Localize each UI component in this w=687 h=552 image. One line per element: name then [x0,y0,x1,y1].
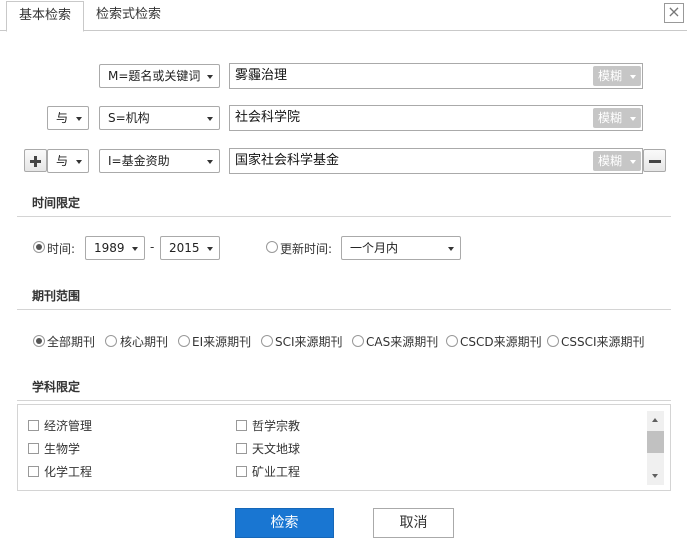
journal-label-cas: CAS来源期刊 [366,335,439,349]
match-mode-3-label: 模糊 [598,154,623,168]
subject-checkbox-philosophy[interactable] [236,420,247,431]
journal-label-sci: SCI来源期刊 [275,335,343,349]
logic-select-3-value: 与 [56,154,69,168]
search-term-input-1[interactable]: 雾霾治理 模糊 [229,63,643,89]
update-time-label: 更新时间: [280,242,333,256]
match-mode-select-1[interactable]: 模糊 [593,66,641,86]
chevron-down-icon [448,247,454,251]
subject-checkbox-mining[interactable] [236,466,247,477]
subject-list: 经济管理 生物学 化学工程 哲学宗教 天文地球 矿业工程 [17,404,671,491]
field-select-1[interactable]: M=题名或关键词 [99,64,220,88]
subject-checkbox-biology[interactable] [28,443,39,454]
field-select-1-value: M=题名或关键词 [108,69,201,83]
chevron-down-icon [76,160,82,164]
search-term-1-value: 雾霾治理 [235,68,288,83]
search-term-2-value: 社会科学院 [235,110,301,125]
journal-label-cssci: CSSCI来源期刊 [561,335,645,349]
time-range-radio[interactable] [33,241,45,253]
match-mode-select-3[interactable]: 模糊 [593,151,641,171]
subject-label-philosophy: 哲学宗教 [252,419,301,433]
chevron-down-icon [207,160,213,164]
logic-select-2-value: 与 [56,111,69,125]
logic-select-3[interactable]: 与 [47,149,89,173]
journal-radio-all[interactable] [33,335,45,347]
search-term-input-3[interactable]: 国家社会科学基金 模糊 [229,148,643,174]
tab-bar: 基本检索 检索式检索 × [0,0,687,32]
journal-label-ei: EI来源期刊 [192,335,252,349]
match-mode-1-label: 模糊 [598,69,623,83]
subject-section-title: 学科限定 [32,380,81,394]
chevron-down-icon [207,247,213,251]
scroll-thumb[interactable] [647,431,664,453]
subject-label-mining: 矿业工程 [252,465,301,479]
divider [17,400,671,401]
field-select-3[interactable]: I=基金资助 [99,149,220,173]
match-mode-2-label: 模糊 [598,111,623,125]
subject-label-chemical: 化学工程 [44,465,93,479]
journal-label-cscd: CSCD来源期刊 [460,335,542,349]
journal-radio-ei[interactable] [178,335,190,347]
chevron-down-icon [207,117,213,121]
divider [17,216,671,217]
add-row-button[interactable] [24,149,47,172]
chevron-down-icon [207,75,213,79]
end-year-value: 2015 [169,241,200,255]
subject-checkbox-economics[interactable] [28,420,39,431]
journal-section-title: 期刊范围 [32,289,81,303]
subject-checkbox-chemical[interactable] [28,466,39,477]
minus-icon [649,160,661,163]
year-range-dash: - [150,240,155,254]
logic-select-2[interactable]: 与 [47,106,89,130]
journal-label-core: 核心期刊 [120,335,169,349]
close-icon[interactable]: × [664,3,684,23]
search-term-3-value: 国家社会科学基金 [235,153,340,168]
field-select-3-value: I=基金资助 [108,154,170,168]
subject-checkbox-astronomy[interactable] [236,443,247,454]
tab-basic-search[interactable]: 基本检索 [6,1,85,32]
subject-label-economics: 经济管理 [44,419,93,433]
remove-row-button[interactable] [643,149,666,172]
update-time-select[interactable]: 一个月内 [341,236,461,260]
time-section-title: 时间限定 [32,196,81,210]
search-button[interactable]: 检索 [235,508,334,538]
cancel-button[interactable]: 取消 [373,508,454,538]
plus-icon-stroke [34,156,37,167]
chevron-down-icon [132,247,138,251]
chevron-down-icon [630,117,636,121]
chevron-down-icon [630,160,636,164]
journal-radio-cssci[interactable] [547,335,559,347]
update-time-value: 一个月内 [350,241,399,255]
chevron-down-icon [76,117,82,121]
end-year-select[interactable]: 2015 [160,236,220,260]
time-range-label: 时间: [47,242,76,256]
scroll-down-icon[interactable] [647,468,664,485]
match-mode-select-2[interactable]: 模糊 [593,108,641,128]
start-year-value: 1989 [94,241,125,255]
divider [17,309,671,310]
subject-label-biology: 生物学 [44,442,81,456]
subject-label-astronomy: 天文地球 [252,442,301,456]
start-year-select[interactable]: 1989 [85,236,145,260]
journal-radio-core[interactable] [105,335,117,347]
search-term-input-2[interactable]: 社会科学院 模糊 [229,105,643,131]
journal-radio-cas[interactable] [352,335,364,347]
journal-radio-sci[interactable] [261,335,273,347]
chevron-down-icon [630,75,636,79]
journal-radio-cscd[interactable] [446,335,458,347]
field-select-2-value: S=机构 [108,111,150,125]
subject-scrollbar[interactable] [647,411,664,485]
tab-expression-search[interactable]: 检索式检索 [84,1,173,31]
update-time-radio[interactable] [266,241,278,253]
journal-label-all: 全部期刊 [47,335,96,349]
scroll-up-icon[interactable] [647,411,664,428]
field-select-2[interactable]: S=机构 [99,106,220,130]
